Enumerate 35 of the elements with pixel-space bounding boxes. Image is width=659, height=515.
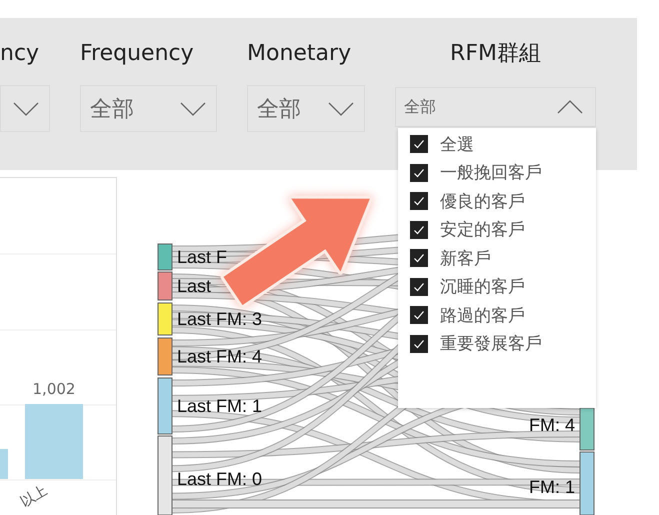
checkbox[interactable] bbox=[410, 249, 428, 268]
bar bbox=[0, 449, 8, 479]
node-label: Last F bbox=[177, 247, 228, 267]
checkbox[interactable] bbox=[410, 164, 428, 182]
checklist-item[interactable]: 一般挽回客戶 bbox=[410, 162, 596, 184]
checkbox[interactable] bbox=[410, 220, 428, 239]
dropdown-field[interactable]: 全部 bbox=[395, 87, 596, 127]
node-label: Last FM: 1 bbox=[177, 396, 262, 416]
node-label: Last FM: 3 bbox=[177, 309, 262, 329]
checklist-item[interactable]: 路過的客戶 bbox=[410, 304, 596, 326]
dropdown-field[interactable]: 全部 bbox=[247, 85, 365, 132]
checkbox[interactable] bbox=[410, 334, 428, 353]
checklist-item[interactable]: 新客戶 bbox=[410, 247, 596, 270]
node-label: Last bbox=[177, 276, 212, 296]
node-label: FM: 1 bbox=[528, 477, 575, 497]
node-label: Last FM: 4 bbox=[177, 346, 262, 366]
node-label: FM: 4 bbox=[528, 415, 575, 435]
slicer-title: ncy bbox=[0, 40, 40, 68]
checklist-item[interactable]: 安定的客戶 bbox=[410, 218, 596, 241]
checklist-item[interactable]: 重要發展客戶 bbox=[410, 332, 596, 355]
slicer-title: Monetary bbox=[247, 40, 352, 68]
axis-label: 以上 bbox=[18, 482, 50, 510]
checkbox[interactable] bbox=[410, 278, 428, 296]
slicer-title: RFM群組 bbox=[449, 40, 542, 68]
checkbox[interactable] bbox=[410, 306, 428, 324]
checklist-item[interactable]: 優良的客戶 bbox=[410, 190, 596, 212]
checkbox[interactable] bbox=[410, 135, 428, 154]
node-label: Last FM: 0 bbox=[177, 469, 262, 489]
slicer-title: Frequency bbox=[80, 40, 195, 68]
checklist-item[interactable]: 沉睡的客戶 bbox=[410, 276, 596, 298]
dropdown-field[interactable] bbox=[0, 85, 50, 132]
data-label: 1,002 bbox=[32, 380, 76, 398]
checkbox[interactable] bbox=[410, 192, 428, 210]
checklist-item[interactable]: 全選 bbox=[410, 133, 596, 156]
dropdown-field[interactable]: 全部 bbox=[80, 85, 217, 132]
